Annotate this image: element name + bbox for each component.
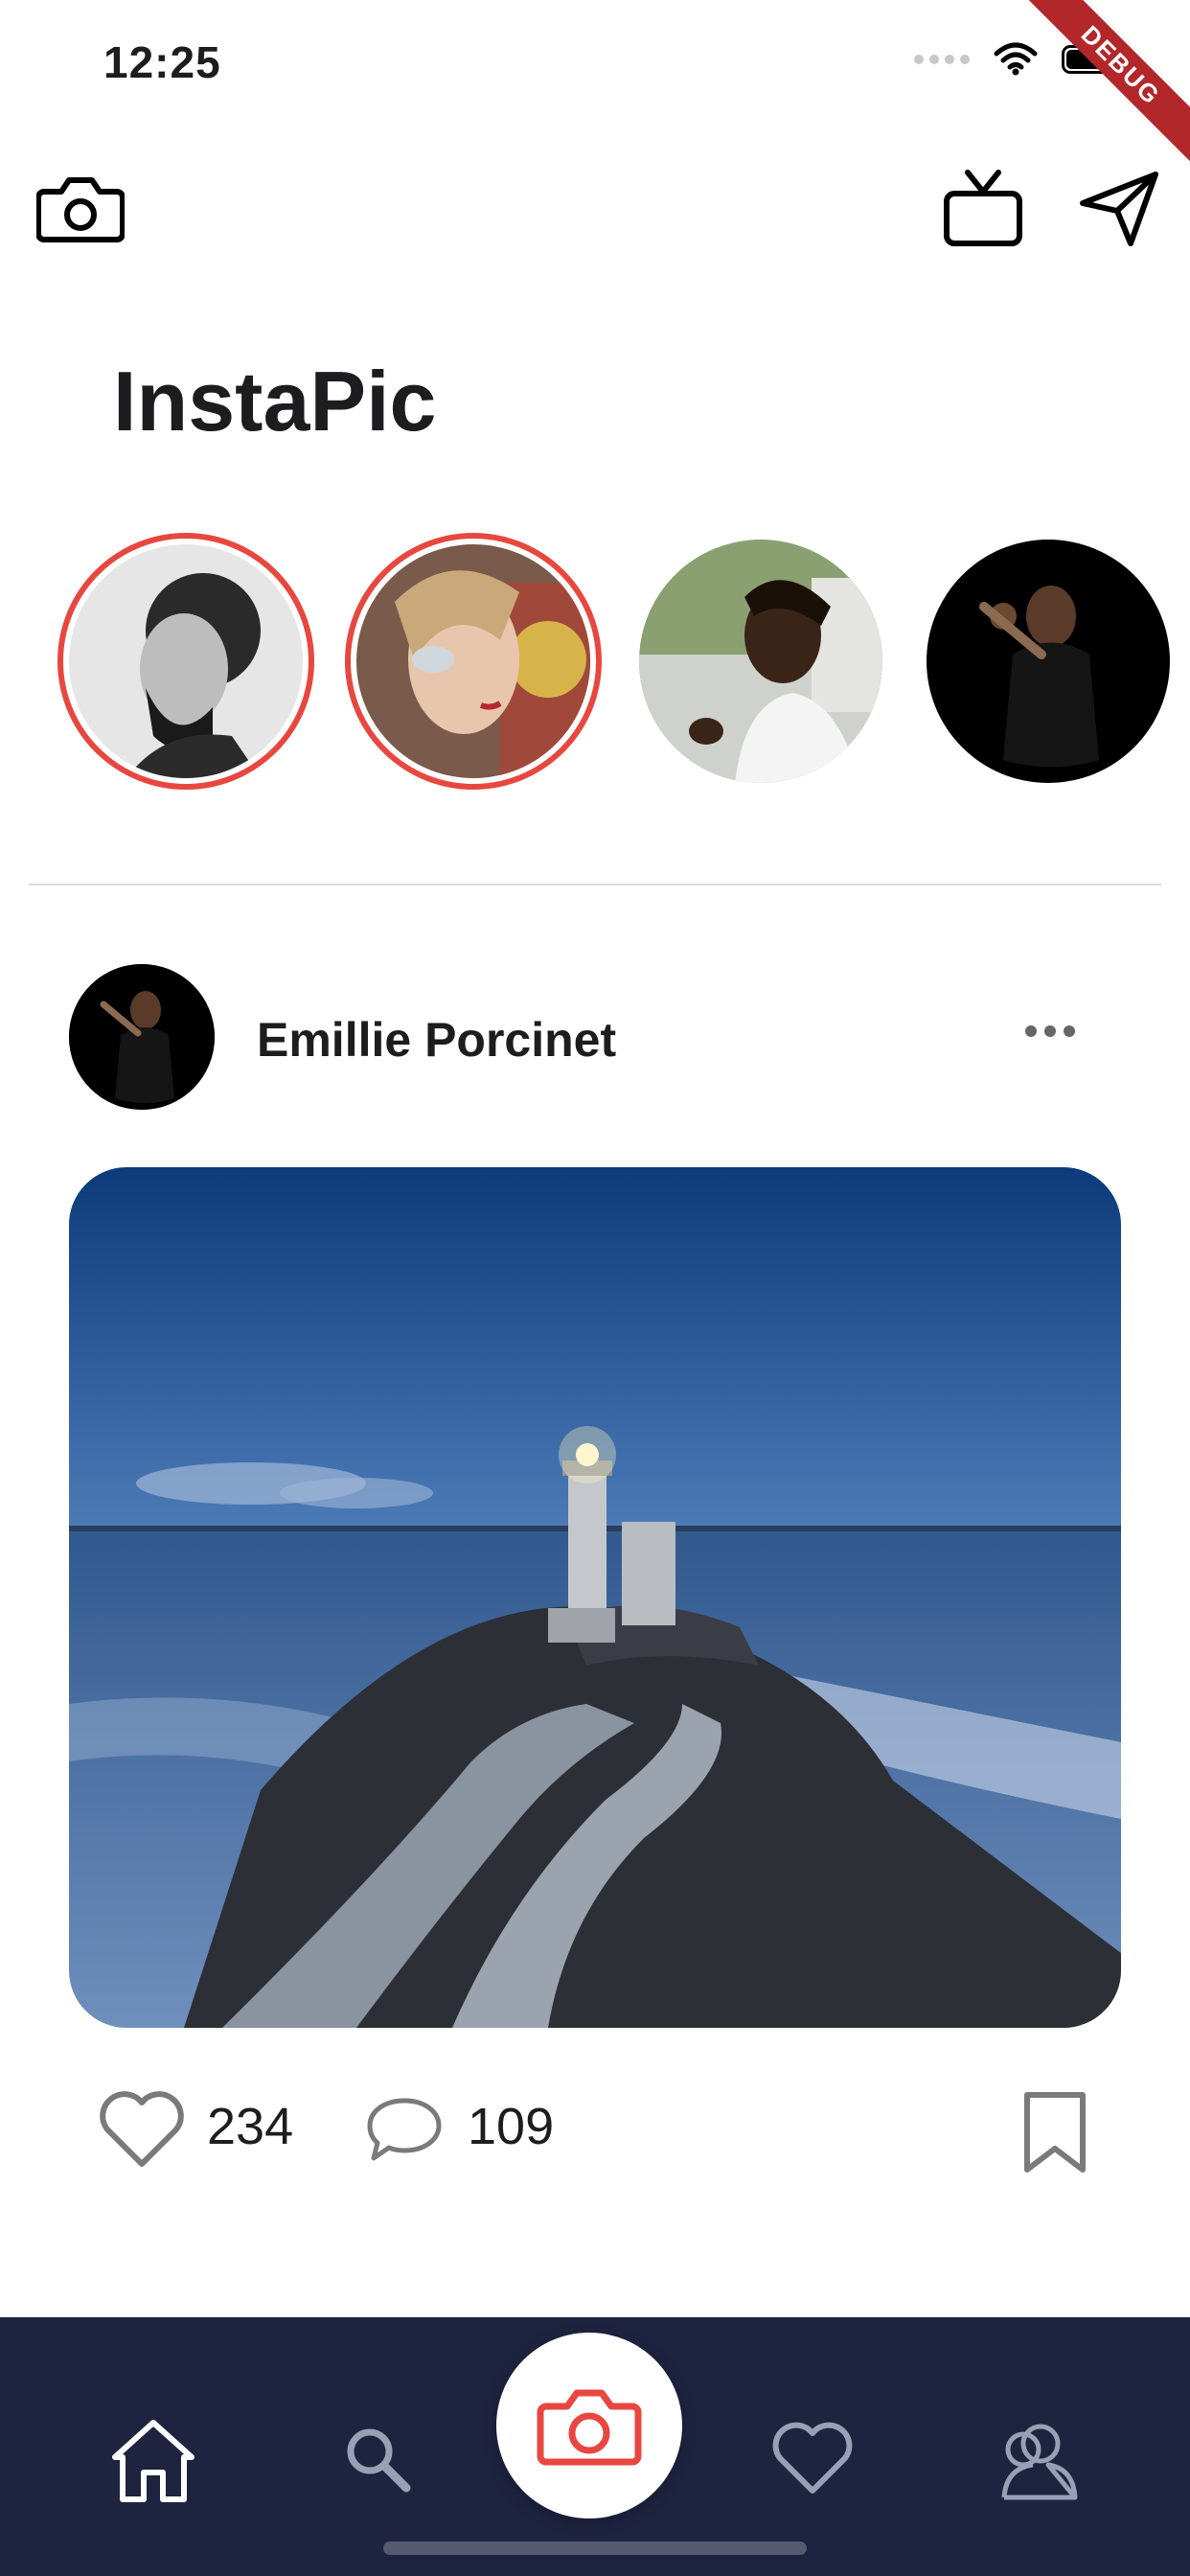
divider bbox=[29, 884, 1161, 886]
bottom-navigation bbox=[0, 2317, 1190, 2576]
like-icon[interactable] bbox=[98, 2089, 186, 2170]
wifi-icon bbox=[994, 42, 1038, 76]
bookmark-icon[interactable] bbox=[1021, 2089, 1088, 2175]
debug-banner: DEBUG bbox=[1018, 0, 1190, 168]
direct-message-button[interactable] bbox=[1075, 167, 1163, 251]
story-item[interactable] bbox=[920, 533, 1177, 790]
story-item[interactable] bbox=[57, 533, 314, 790]
nav-camera-button[interactable] bbox=[496, 2333, 682, 2518]
comment-count: 109 bbox=[468, 2098, 555, 2155]
home-indicator bbox=[383, 2542, 807, 2555]
post-image[interactable] bbox=[69, 1167, 1121, 2028]
story-avatar bbox=[69, 544, 303, 778]
story-avatar bbox=[639, 540, 882, 783]
send-icon bbox=[1080, 172, 1158, 246]
status-time: 12:25 bbox=[103, 37, 221, 87]
tv-icon bbox=[944, 170, 1022, 246]
search-icon bbox=[347, 2428, 411, 2493]
story-item[interactable] bbox=[632, 533, 889, 790]
like-count: 234 bbox=[207, 2098, 294, 2155]
camera-icon bbox=[36, 177, 125, 242]
story-item[interactable] bbox=[345, 533, 602, 790]
nav-activity[interactable] bbox=[770, 2419, 855, 2499]
camera-button[interactable] bbox=[34, 171, 126, 247]
post-username[interactable]: Emillie Porcinet bbox=[257, 1012, 616, 1068]
comment-icon[interactable] bbox=[366, 2095, 443, 2164]
profile-icon bbox=[1001, 2424, 1078, 2500]
story-avatar bbox=[927, 540, 1170, 783]
home-icon bbox=[112, 2420, 195, 2502]
signal-icon bbox=[914, 55, 970, 64]
igtv-button[interactable] bbox=[939, 163, 1027, 251]
nav-home[interactable] bbox=[105, 2413, 201, 2509]
heart-icon bbox=[772, 2422, 853, 2494]
nav-profile[interactable] bbox=[987, 2413, 1083, 2509]
camera-icon bbox=[537, 2389, 642, 2466]
app-title: InstaPic bbox=[113, 354, 437, 448]
nav-search[interactable] bbox=[339, 2421, 416, 2497]
post-avatar[interactable] bbox=[69, 964, 215, 1110]
stories-row bbox=[57, 533, 1177, 792]
story-avatar bbox=[356, 544, 590, 778]
instapic-feed-screen: 12:25 DEBUG InstaPic Emillie Porcinet 23… bbox=[0, 0, 1190, 2576]
more-options-icon[interactable] bbox=[1025, 1025, 1075, 1037]
